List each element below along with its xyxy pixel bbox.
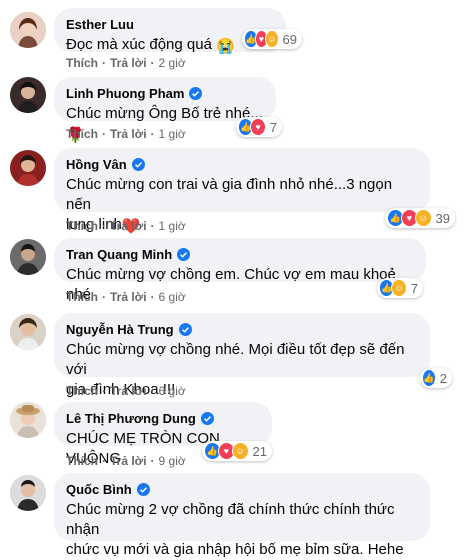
comment-bubble: Lê Thị Phương Dung CHÚC MẸ TRÒN CON VUÔN… — [54, 402, 272, 467]
comment-bubble: Quốc Bình Chúc mừng 2 vợ chồng đã chính … — [54, 473, 430, 558]
comment-actions: Thích · Trả lời · 1 giờ — [66, 127, 186, 141]
comment-actions: Thích · Trả lời · 6 giờ — [66, 290, 186, 304]
reply-button[interactable]: Trả lời — [110, 219, 147, 233]
comment-author[interactable]: Esther Luu — [66, 16, 274, 33]
comment-author[interactable]: Quốc Bình — [66, 481, 418, 498]
reaction-count: 69 — [282, 31, 298, 47]
reply-button[interactable]: Trả lời — [110, 384, 147, 398]
comment-actions: Thích · Trả lời · 6 giờ — [66, 384, 186, 398]
reaction-count: 7 — [410, 280, 418, 296]
comment-actions: Thích · Trả lời · 1 giờ — [66, 219, 186, 233]
like-button[interactable]: Thích — [66, 290, 98, 304]
verified-badge-icon — [131, 158, 145, 171]
comment-actions: Thích · Trả lời · 9 giờ — [66, 454, 186, 468]
avatar[interactable] — [10, 239, 46, 275]
comment-time[interactable]: 6 giờ — [159, 384, 186, 398]
avatar[interactable] — [10, 475, 46, 511]
like-button[interactable]: Thích — [66, 384, 98, 398]
reaction-summary[interactable]: 👍 ♥ 7 — [236, 117, 282, 137]
care-reaction-icon: ☺ — [231, 442, 249, 460]
reply-button[interactable]: Trả lời — [110, 56, 147, 70]
reaction-count: 2 — [439, 370, 447, 386]
avatar[interactable] — [10, 77, 46, 113]
avatar[interactable] — [10, 314, 46, 350]
verified-badge-icon — [200, 412, 214, 425]
verified-badge-icon — [136, 483, 150, 496]
haha-reaction-icon: ☺ — [391, 279, 407, 297]
comment-time[interactable]: 1 giờ — [159, 219, 186, 233]
reaction-count: 39 — [435, 210, 450, 226]
care-reaction-icon: ☺ — [265, 30, 279, 48]
like-button[interactable]: Thích — [66, 219, 98, 233]
reaction-summary[interactable]: 👍 ♥ ☺ 39 — [385, 208, 455, 228]
verified-badge-icon — [178, 323, 192, 336]
comment-actions: Thích · Trả lời · 2 giờ — [66, 56, 186, 70]
like-button[interactable]: Thích — [66, 56, 98, 70]
avatar[interactable] — [10, 402, 46, 438]
comment-time[interactable]: 6 giờ — [159, 290, 186, 304]
like-reaction-icon: 👍 — [422, 369, 436, 387]
reaction-count: 21 — [252, 443, 267, 459]
reaction-summary[interactable]: 👍 ♥ ☺ 69 — [242, 29, 302, 49]
avatar[interactable] — [10, 12, 46, 48]
comment-author[interactable]: Linh Phuong Pham — [66, 85, 264, 102]
love-reaction-icon: ♥ — [250, 118, 266, 136]
comment-author[interactable]: Hồng Vân — [66, 156, 418, 173]
comment-author[interactable]: Lê Thị Phương Dung — [66, 410, 260, 427]
crying-emoji: 😭 — [216, 38, 235, 55]
care-reaction-icon: ☺ — [414, 209, 432, 227]
comment-author[interactable]: Nguyễn Hà Trung — [66, 321, 418, 338]
comment-time[interactable]: 9 giờ — [159, 454, 186, 468]
comment-author[interactable]: Tran Quang Minh — [66, 246, 414, 263]
reaction-count: 7 — [269, 119, 277, 135]
comment-bubble: Nguyễn Hà Trung Chúc mừng vợ chồng nhé. … — [54, 313, 430, 398]
reply-button[interactable]: Trả lời — [110, 454, 147, 468]
comment-bubble: Tran Quang Minh Chúc mừng vợ chồng em. C… — [54, 238, 426, 303]
avatar[interactable] — [10, 150, 46, 186]
reply-button[interactable]: Trả lời — [110, 127, 147, 141]
comment-bubble: Linh Phuong Pham Chúc mừng Ông Bố trẻ nh… — [54, 77, 276, 144]
verified-badge-icon — [189, 87, 203, 100]
reaction-summary[interactable]: 👍 ☺ 7 — [377, 278, 423, 298]
reaction-summary[interactable]: 👍 2 — [420, 368, 452, 388]
reaction-summary[interactable]: 👍 ♥ ☺ 21 — [202, 441, 272, 461]
comment-time[interactable]: 1 giờ — [159, 127, 186, 141]
comment-time[interactable]: 2 giờ — [159, 56, 186, 70]
comment-text: Chúc mừng 2 vợ chồng đã chính thức chính… — [66, 501, 404, 558]
like-button[interactable]: Thích — [66, 127, 98, 141]
comment-bubble: Hồng Vân Chúc mừng con trai và gia đình … — [54, 148, 430, 235]
reply-button[interactable]: Trả lời — [110, 290, 147, 304]
verified-badge-icon — [177, 248, 191, 261]
like-button[interactable]: Thích — [66, 454, 98, 468]
